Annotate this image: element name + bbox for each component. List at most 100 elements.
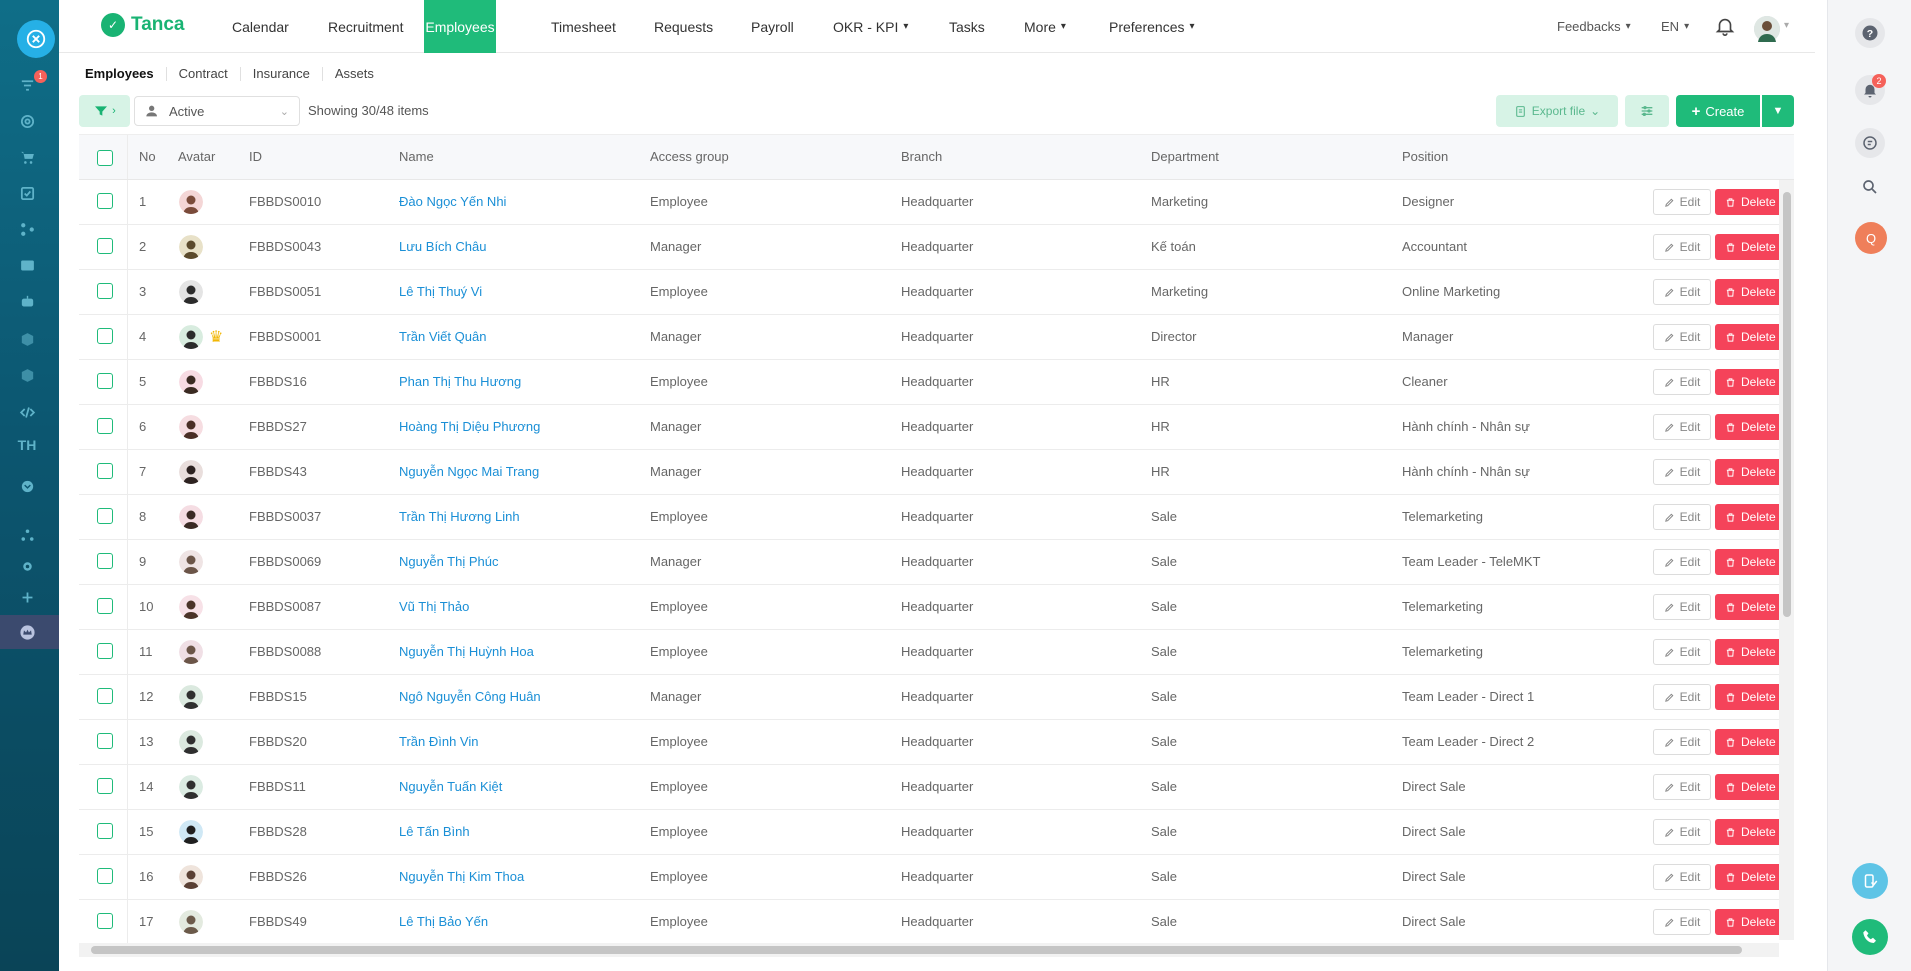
delete-button[interactable]: Delete [1715, 189, 1785, 215]
th-icon[interactable]: TH [12, 437, 42, 453]
row-checkbox[interactable] [97, 508, 113, 524]
delete-button[interactable]: Delete [1715, 819, 1785, 845]
help-icon[interactable]: ? [1855, 18, 1885, 48]
edit-button[interactable]: Edit [1653, 684, 1711, 710]
tab-insurance[interactable]: Insurance [241, 67, 323, 81]
avatar[interactable] [179, 370, 203, 394]
table-vertical-scrollbar[interactable] [1779, 180, 1794, 940]
edit-button[interactable]: Edit [1653, 864, 1711, 890]
avatar[interactable] [179, 865, 203, 889]
row-checkbox[interactable] [97, 328, 113, 344]
delete-button[interactable]: Delete [1715, 279, 1785, 305]
checkin-icon[interactable] [1852, 863, 1888, 899]
avatar[interactable] [179, 775, 203, 799]
employee-name-link[interactable]: Nguyễn Ngọc Mai Trang [399, 464, 539, 479]
employee-name-link[interactable]: Trần Thị Hương Linh [399, 509, 520, 524]
chevron-circle-icon[interactable] [14, 473, 40, 499]
delete-button[interactable]: Delete [1715, 234, 1785, 260]
avatar[interactable] [179, 730, 203, 754]
export-file-button[interactable]: Export file ⌄ [1496, 95, 1618, 127]
create-button[interactable]: + Create [1676, 95, 1760, 127]
employee-name-link[interactable]: Nguyễn Thị Huỳnh Hoa [399, 644, 534, 659]
delete-button[interactable]: Delete [1715, 594, 1785, 620]
row-checkbox[interactable] [97, 553, 113, 569]
table-row[interactable]: 9 FBBDS0069 Nguyễn Thị Phúc Manager Headquar… [79, 540, 1785, 585]
hierarchy-icon[interactable] [14, 522, 40, 548]
package-icon[interactable] [14, 362, 40, 388]
phone-icon[interactable] [1852, 919, 1888, 955]
delete-button[interactable]: Delete [1715, 414, 1785, 440]
edit-button[interactable]: Edit [1653, 279, 1711, 305]
filter-button[interactable]: › [79, 95, 130, 127]
employee-name-link[interactable]: Phan Thị Thu Hương [399, 374, 521, 389]
delete-button[interactable]: Delete [1715, 549, 1785, 575]
table-row[interactable]: 11 FBBDS0088 Nguyễn Thị Huỳnh Hoa Employee H… [79, 630, 1785, 675]
edit-button[interactable]: Edit [1653, 234, 1711, 260]
robot-icon[interactable] [14, 288, 40, 314]
employee-name-link[interactable]: Nguyễn Tuấn Kiệt [399, 779, 502, 794]
id-card-icon[interactable] [14, 252, 40, 278]
row-checkbox[interactable] [97, 688, 113, 704]
edit-button[interactable]: Edit [1653, 819, 1711, 845]
scrollbar-thumb[interactable] [91, 946, 1742, 954]
avatar[interactable] [179, 325, 203, 349]
table-horizontal-scrollbar[interactable] [79, 943, 1779, 957]
tanca-logo[interactable]: ✓ Tanca [101, 13, 185, 37]
delete-button[interactable]: Delete [1715, 459, 1785, 485]
avatar[interactable] [179, 550, 203, 574]
avatar[interactable] [179, 505, 203, 529]
avatar[interactable] [179, 595, 203, 619]
employee-name-link[interactable]: Trần Viết Quân [399, 329, 486, 344]
edit-button[interactable]: Edit [1653, 774, 1711, 800]
avatar[interactable] [179, 820, 203, 844]
checklist-icon[interactable] [14, 180, 40, 206]
row-checkbox[interactable] [97, 778, 113, 794]
nav-timesheet[interactable]: Timesheet [541, 0, 626, 53]
tab-assets[interactable]: Assets [323, 67, 386, 81]
gear-icon[interactable] [14, 553, 40, 579]
employee-name-link[interactable]: Lưu Bích Châu [399, 239, 486, 254]
row-checkbox[interactable] [97, 733, 113, 749]
delete-button[interactable]: Delete [1715, 864, 1785, 890]
scrollbar-thumb[interactable] [1783, 192, 1791, 617]
row-checkbox[interactable] [97, 418, 113, 434]
avatar[interactable] [179, 640, 203, 664]
row-checkbox[interactable] [97, 823, 113, 839]
status-select[interactable]: Active ⌄ [134, 96, 300, 126]
table-row[interactable]: 16 FBBDS26 Nguyễn Thị Kim Thoa Employee Head… [79, 855, 1785, 900]
employee-name-link[interactable]: Lê Thị Thuý Vi [399, 284, 482, 299]
employee-name-link[interactable]: Trần Đình Vin [399, 734, 479, 749]
edit-button[interactable]: Edit [1653, 549, 1711, 575]
table-row[interactable]: 6 FBBDS27 Hoàng Thị Diệu Phương Manager Head… [79, 405, 1785, 450]
tab-employees[interactable]: Employees [59, 67, 167, 81]
crown-icon[interactable] [14, 619, 40, 645]
nav-payroll[interactable]: Payroll [741, 0, 804, 53]
avatar[interactable] [179, 415, 203, 439]
table-row[interactable]: 3 FBBDS0051 Lê Thị Thuý Vi Employee Headquar… [79, 270, 1785, 315]
edit-button[interactable]: Edit [1653, 324, 1711, 350]
cart-icon[interactable] [14, 144, 40, 170]
row-checkbox[interactable] [97, 598, 113, 614]
employee-name-link[interactable]: Lê Tấn Bình [399, 824, 470, 839]
edit-button[interactable]: Edit [1653, 639, 1711, 665]
select-all-checkbox[interactable] [97, 150, 113, 166]
close-icon[interactable] [17, 20, 55, 58]
table-row[interactable]: 4 ♛ FBBDS0001 Trần Viết Quân Manager Headquar… [79, 315, 1785, 360]
nav-employees[interactable]: Employees [424, 0, 496, 53]
avatar[interactable] [179, 190, 203, 214]
language-select[interactable]: EN ▾ [1651, 0, 1699, 53]
table-row[interactable]: 8 FBBDS0037 Trần Thị Hương Linh Employee Hea… [79, 495, 1785, 540]
workflow-icon[interactable] [14, 216, 40, 242]
edit-button[interactable]: Edit [1653, 189, 1711, 215]
table-row[interactable]: 15 FBBDS28 Lê Tấn Bình Employee Headquarter S… [79, 810, 1785, 855]
edit-button[interactable]: Edit [1653, 414, 1711, 440]
code-icon[interactable] [14, 399, 40, 425]
delete-button[interactable]: Delete [1715, 774, 1785, 800]
feedbacks-menu[interactable]: Feedbacks ▾ [1547, 0, 1641, 53]
row-checkbox[interactable] [97, 913, 113, 929]
user-avatar[interactable] [1754, 16, 1780, 42]
delete-button[interactable]: Delete [1715, 909, 1785, 935]
table-row[interactable]: 12 FBBDS15 Ngô Nguyễn Công Huân Manager Head… [79, 675, 1785, 720]
table-row[interactable]: 1 FBBDS0010 Đào Ngọc Yến Nhi Employee Headqu… [79, 180, 1785, 225]
table-row[interactable]: 17 FBBDS49 Lê Thị Bảo Yến Employee Headquart… [79, 900, 1785, 945]
